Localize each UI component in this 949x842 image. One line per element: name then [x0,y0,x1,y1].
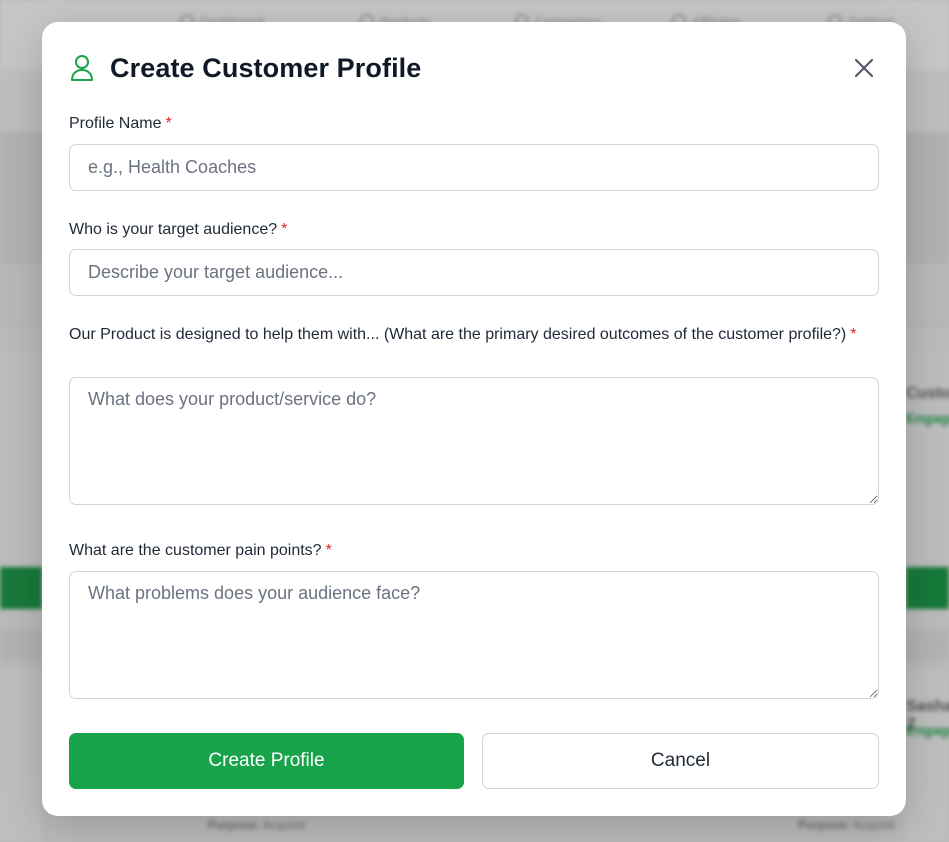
user-icon [69,52,95,84]
close-button[interactable] [849,53,879,83]
dialog-header: Create Customer Profile [69,50,879,86]
target-audience-label: Who is your target audience? * [69,221,288,238]
create-profile-button[interactable]: Create Profile [69,733,464,789]
dialog-title: Create Customer Profile [110,52,422,83]
profile-name-label: Profile Name * [69,115,172,132]
required-marker: * [325,542,332,559]
product-outcomes-label: Our Product is designed to help them wit… [69,326,857,343]
pain-points-textarea[interactable] [69,571,879,699]
pain-points-label: What are the customer pain points? * [69,542,332,559]
profile-name-input[interactable] [69,144,879,191]
required-marker: * [165,115,172,132]
target-audience-input[interactable] [69,249,879,296]
close-icon [855,59,873,77]
required-marker: * [281,221,288,238]
product-outcomes-textarea[interactable] [69,377,879,505]
create-profile-dialog: Create Customer Profile Profile Name* Wh… [42,22,906,816]
required-marker: * [850,326,857,343]
cancel-button[interactable]: Cancel [482,733,879,789]
